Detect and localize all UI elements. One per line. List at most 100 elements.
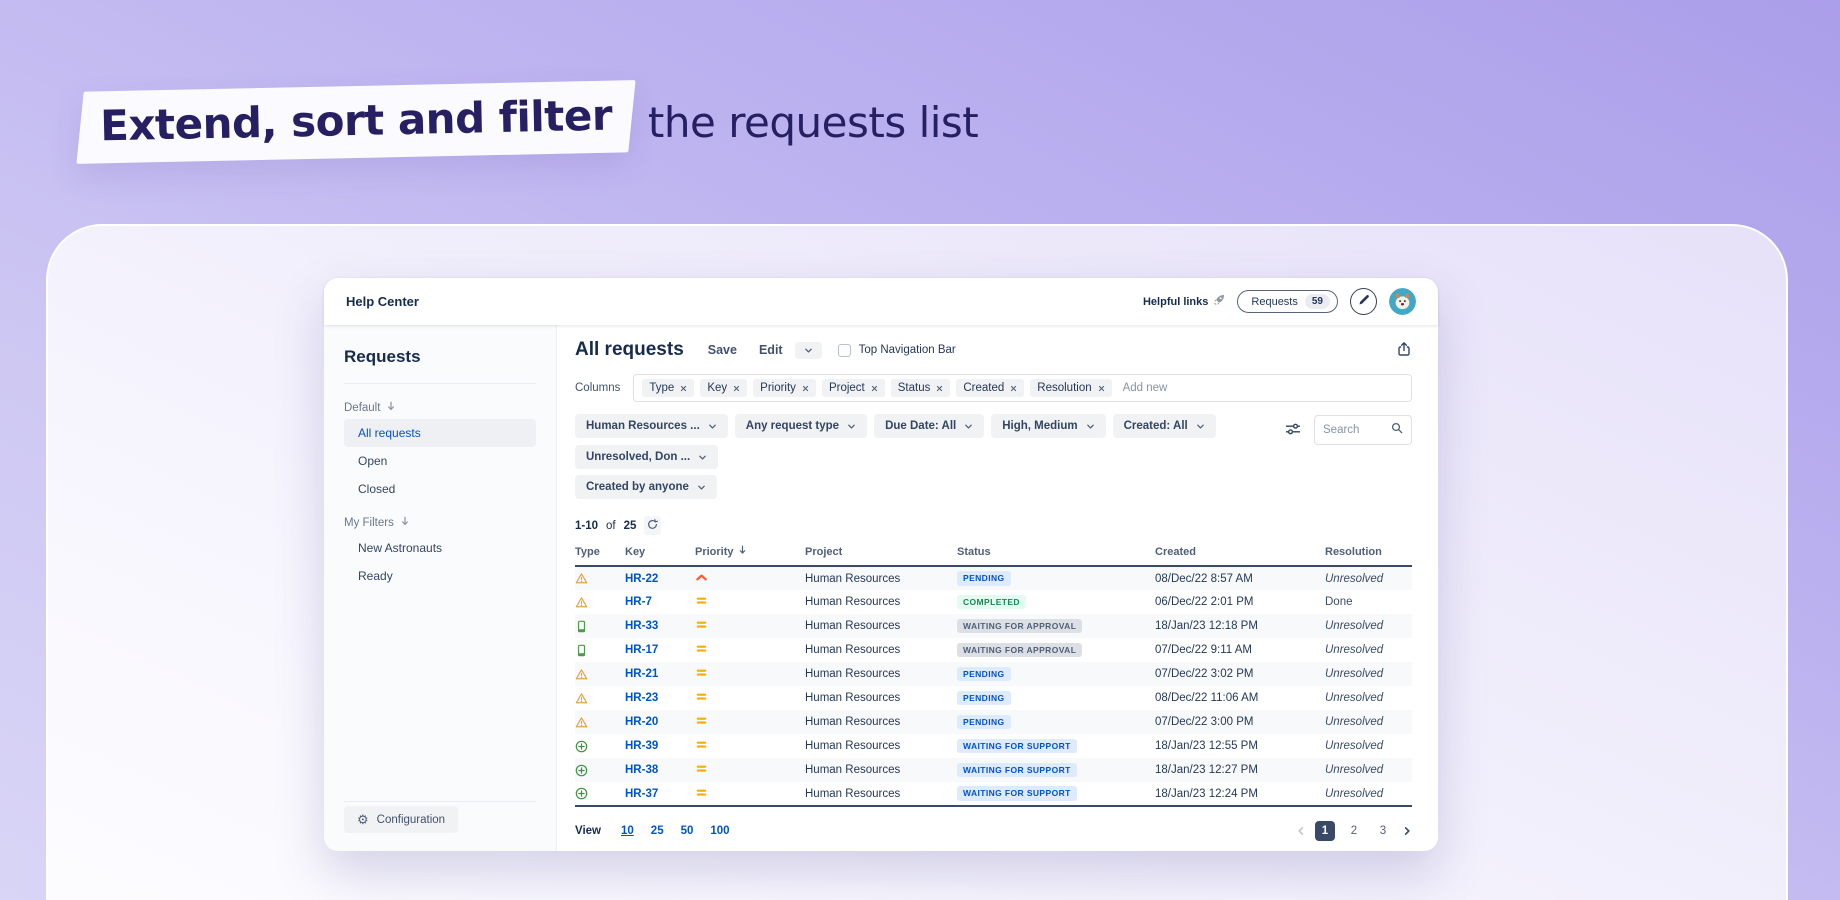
sidebar-section-my-filters[interactable]: My Filters (344, 516, 536, 529)
configuration-button[interactable]: ⚙ Configuration (344, 806, 459, 833)
table-row-hr-23[interactable]: HR-23 Human Resources PENDING 08/Dec/22 11:… (575, 686, 1412, 710)
table-row-hr-20[interactable]: HR-20 Human Resources PENDING 07/Dec/22 3:0… (575, 710, 1412, 734)
column-header-key[interactable]: Key (625, 545, 695, 567)
column-chip-key[interactable]: Key (700, 379, 748, 397)
column-chip-priority[interactable]: Priority (753, 379, 816, 397)
add-new-column-placeholder[interactable]: Add new (1123, 382, 1168, 394)
column-header-project[interactable]: Project (805, 545, 957, 567)
remove-x-icon[interactable] (871, 385, 878, 392)
requests-pill-label: Requests (1251, 295, 1298, 308)
page-button-1[interactable]: 1 (1315, 821, 1335, 841)
column-chip-status[interactable]: Status (890, 379, 951, 397)
request-link-hr-23[interactable]: HR-23 (625, 692, 658, 704)
request-link-hr-37[interactable]: HR-37 (625, 788, 658, 800)
user-avatar[interactable] (1389, 288, 1416, 315)
advanced-filters-button[interactable] (1285, 422, 1301, 439)
request-link-hr-39[interactable]: HR-39 (625, 740, 658, 752)
status-cell: PENDING (957, 566, 1155, 590)
table-row-hr-39[interactable]: HR-39 Human Resources WAITING FOR SUPPORT 1… (575, 734, 1412, 758)
remove-x-icon[interactable] (680, 385, 687, 392)
chip-label: Key (707, 382, 728, 394)
helpful-links-button[interactable]: Helpful links (1143, 294, 1225, 309)
next-page-button[interactable] (1402, 824, 1412, 839)
filter-dropdown-human-resources[interactable]: Human Resources ... (575, 414, 728, 438)
filter-dropdown-any-request-type[interactable]: Any request type (734, 414, 868, 438)
help-center-window: Help Center Helpful links Requests 59 Re… (324, 278, 1438, 851)
column-chip-project[interactable]: Project (821, 379, 885, 397)
remove-x-icon[interactable] (1010, 385, 1017, 392)
refresh-button[interactable] (644, 516, 662, 535)
column-chip-resolution[interactable]: Resolution (1030, 379, 1112, 397)
remove-x-icon[interactable] (936, 385, 943, 392)
sidebar-item-open[interactable]: Open (344, 447, 536, 475)
priority-cell (695, 782, 805, 807)
request-link-hr-20[interactable]: HR-20 (625, 716, 658, 728)
column-header-type[interactable]: Type (575, 545, 625, 567)
priority-cell (695, 662, 805, 686)
column-header-status[interactable]: Status (957, 545, 1155, 567)
filter-rows: Human Resources ... Any request type Due D… (575, 414, 1285, 499)
edit-button[interactable]: Edit (759, 343, 783, 357)
status-badge: WAITING FOR APPROVAL (957, 642, 1083, 658)
plus-circle-icon (575, 764, 588, 777)
table-row-hr-38[interactable]: HR-38 Human Resources WAITING FOR SUPPORT 1… (575, 758, 1412, 782)
filter-dropdown-unresolved-don[interactable]: Unresolved, Don ... (575, 445, 719, 469)
filter-dropdown-created-all[interactable]: Created: All (1112, 414, 1216, 438)
column-chip-type[interactable]: Type (642, 379, 695, 397)
save-button[interactable]: Save (708, 343, 737, 357)
table-row-hr-22[interactable]: HR-22 Human Resources PENDING 08/Dec/22 8:5… (575, 566, 1412, 590)
sidebar-item-closed[interactable]: Closed (344, 475, 536, 503)
top-nav-checkbox-row[interactable]: Top Navigation Bar (837, 343, 956, 357)
more-actions-button[interactable] (794, 341, 822, 359)
requests-pill-button[interactable]: Requests 59 (1237, 290, 1338, 313)
view-option-100[interactable]: 100 (710, 825, 729, 837)
sidebar-item-new-astronauts[interactable]: New Astronauts (344, 534, 536, 562)
column-header-created[interactable]: Created (1155, 545, 1325, 567)
pagination: 123 (1296, 821, 1412, 841)
search-input[interactable] (1323, 424, 1385, 436)
share-button[interactable] (1396, 341, 1412, 360)
filter-dropdown-due-date-all[interactable]: Due Date: All (874, 414, 985, 438)
request-link-hr-17[interactable]: HR-17 (625, 644, 658, 656)
view-option-10[interactable]: 10 (621, 825, 634, 837)
view-option-50[interactable]: 50 (681, 825, 694, 837)
filter-dropdown-created-by-anyone[interactable]: Created by anyone (575, 475, 717, 499)
status-badge: WAITING FOR SUPPORT (957, 786, 1077, 801)
header-right: Helpful links Requests 59 (1143, 288, 1416, 315)
chevron-down-icon (708, 422, 717, 431)
request-link-hr-21[interactable]: HR-21 (625, 668, 658, 680)
table-row-hr-17[interactable]: HR-17 Human Resources WAITING FOR APPROVAL… (575, 638, 1412, 662)
sidebar-item-ready[interactable]: Ready (344, 562, 536, 590)
filter-dropdown-high-medium[interactable]: High, Medium (991, 414, 1106, 438)
remove-x-icon[interactable] (733, 385, 740, 392)
columns-chip-box[interactable]: Type Key Priority Project Status Created Resol… (633, 374, 1412, 402)
previous-page-button[interactable] (1296, 824, 1306, 839)
table-row-hr-7[interactable]: HR-7 Human Resources COMPLETED 06/Dec/22 2:… (575, 590, 1412, 614)
request-link-hr-38[interactable]: HR-38 (625, 764, 658, 776)
columns-label: Columns (575, 382, 621, 394)
table-row-hr-37[interactable]: HR-37 Human Resources WAITING FOR SUPPORT 1… (575, 782, 1412, 807)
view-option-25[interactable]: 25 (651, 825, 664, 837)
project-cell: Human Resources (805, 668, 901, 680)
column-header-priority[interactable]: Priority (695, 545, 805, 567)
sidebar-section-default[interactable]: Default (344, 401, 536, 414)
page-button-3[interactable]: 3 (1373, 821, 1393, 841)
page-button-2[interactable]: 2 (1344, 821, 1364, 841)
table-row-hr-21[interactable]: HR-21 Human Resources PENDING 07/Dec/22 3:0… (575, 662, 1412, 686)
key-cell: HR-23 (625, 686, 695, 710)
column-chip-created[interactable]: Created (956, 379, 1025, 397)
table-row-hr-33[interactable]: HR-33 Human Resources WAITING FOR APPROVAL… (575, 614, 1412, 638)
priority-cell (695, 638, 805, 662)
top-nav-checkbox[interactable] (837, 343, 851, 357)
request-link-hr-22[interactable]: HR-22 (625, 573, 658, 585)
edit-pencil-button[interactable] (1350, 288, 1377, 315)
type-cell (575, 782, 625, 807)
request-link-hr-33[interactable]: HR-33 (625, 620, 658, 632)
remove-x-icon[interactable] (1098, 385, 1105, 392)
sidebar-item-all-requests[interactable]: All requests (344, 419, 536, 447)
resolution-value: Unresolved (1325, 764, 1384, 776)
requests-count-badge: 59 (1304, 294, 1330, 309)
request-link-hr-7[interactable]: HR-7 (625, 596, 652, 608)
remove-x-icon[interactable] (802, 385, 809, 392)
column-header-resolution[interactable]: Resolution (1325, 545, 1412, 567)
